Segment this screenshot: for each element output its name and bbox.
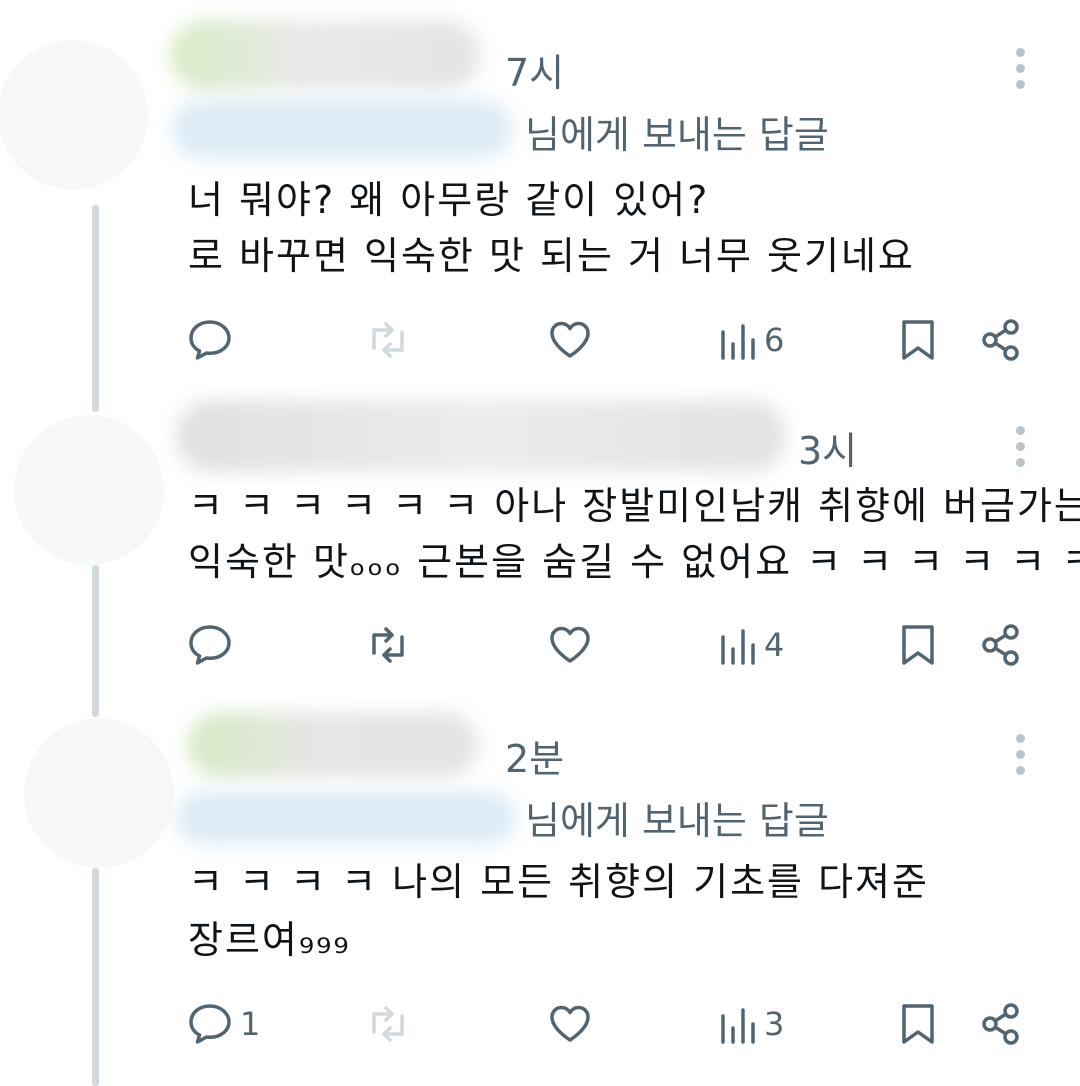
retweet-button[interactable] xyxy=(362,312,414,368)
like-button[interactable] xyxy=(546,617,594,673)
bookmark-icon xyxy=(902,625,934,665)
more-options-button[interactable] xyxy=(1012,48,1028,89)
reply-time: 3시 xyxy=(798,429,858,473)
reply-time: 7시 xyxy=(505,51,565,95)
thread-line xyxy=(92,868,99,1086)
retweet-icon xyxy=(372,1006,404,1042)
reply-line: ㅋ ㅋ ㅋ ㅋ 나의 모든 취향의 기초를 다져준 xyxy=(188,860,929,904)
like-button[interactable] xyxy=(546,996,594,1052)
reply-to-label: 님에게 보내는 답글 xyxy=(525,113,829,157)
reply-line: 장르여₉₉₉ xyxy=(188,918,351,962)
heart-icon xyxy=(550,321,590,358)
views-button[interactable]: 6 xyxy=(718,312,784,368)
reply-line: 익숙한 맛ₒₒₒ 근본을 숨길 수 없어요 ㅋ ㅋ ㅋ ㅋ ㅋ ㅋ xyxy=(188,540,1080,584)
views-chart-icon xyxy=(721,629,755,665)
action-bar: 6 xyxy=(186,312,1046,368)
reply-count: 1 xyxy=(240,1005,261,1043)
more-options-button[interactable] xyxy=(1012,734,1028,775)
reply-line: 로 바꾸면 익숙한 맛 되는 거 너무 웃기네요 xyxy=(188,234,915,278)
reply-to-label: 님에게 보내는 답글 xyxy=(525,799,829,843)
bookmark-button[interactable] xyxy=(898,312,938,368)
reply-icon xyxy=(189,1004,231,1044)
views-button[interactable]: 4 xyxy=(718,617,784,673)
author-name-redacted xyxy=(176,400,786,472)
share-icon xyxy=(982,624,1019,666)
reply-button[interactable] xyxy=(186,617,240,673)
share-icon xyxy=(982,319,1019,361)
action-bar: 4 xyxy=(186,617,1046,673)
views-chart-icon xyxy=(721,324,755,360)
bookmark-button[interactable] xyxy=(898,996,938,1052)
avatar[interactable] xyxy=(24,718,174,868)
view-count: 3 xyxy=(764,1005,785,1043)
retweet-button[interactable] xyxy=(362,617,414,673)
thread-line xyxy=(92,565,99,717)
view-count: 4 xyxy=(764,626,785,664)
reply-to-handle-redacted xyxy=(172,100,512,158)
share-button[interactable] xyxy=(978,996,1026,1052)
more-options-button[interactable] xyxy=(1012,426,1028,467)
reply-button[interactable] xyxy=(186,312,240,368)
reply-to-handle-redacted xyxy=(176,792,516,844)
share-button[interactable] xyxy=(978,617,1026,673)
bookmark-icon xyxy=(902,1004,934,1044)
heart-icon xyxy=(550,626,590,663)
action-bar: 1 3 xyxy=(186,996,1046,1052)
retweet-icon xyxy=(372,627,404,663)
reply-button[interactable]: 1 xyxy=(186,996,260,1052)
bookmark-button[interactable] xyxy=(898,617,938,673)
author-name-redacted xyxy=(170,20,480,90)
view-count: 6 xyxy=(764,321,785,359)
share-icon xyxy=(982,1003,1019,1045)
avatar[interactable] xyxy=(0,40,148,190)
thread-line xyxy=(92,205,99,412)
avatar[interactable] xyxy=(14,415,164,565)
author-name-redacted xyxy=(188,712,478,778)
reply-icon xyxy=(189,320,231,360)
retweet-icon xyxy=(372,322,404,358)
retweet-button[interactable] xyxy=(362,996,414,1052)
heart-icon xyxy=(550,1005,590,1042)
bookmark-icon xyxy=(902,320,934,360)
like-button[interactable] xyxy=(546,312,594,368)
views-button[interactable]: 3 xyxy=(718,996,784,1052)
reply-line: ㅋ ㅋ ㅋ ㅋ ㅋ ㅋ 아나 장발미인남캐 취향에 버금가는 xyxy=(188,484,1080,528)
reply-icon xyxy=(189,625,231,665)
reply-time: 2분 xyxy=(505,737,565,781)
views-chart-icon xyxy=(721,1008,755,1044)
share-button[interactable] xyxy=(978,312,1026,368)
reply-line: 너 뭐야? 왜 아무랑 같이 있어? xyxy=(188,178,710,222)
